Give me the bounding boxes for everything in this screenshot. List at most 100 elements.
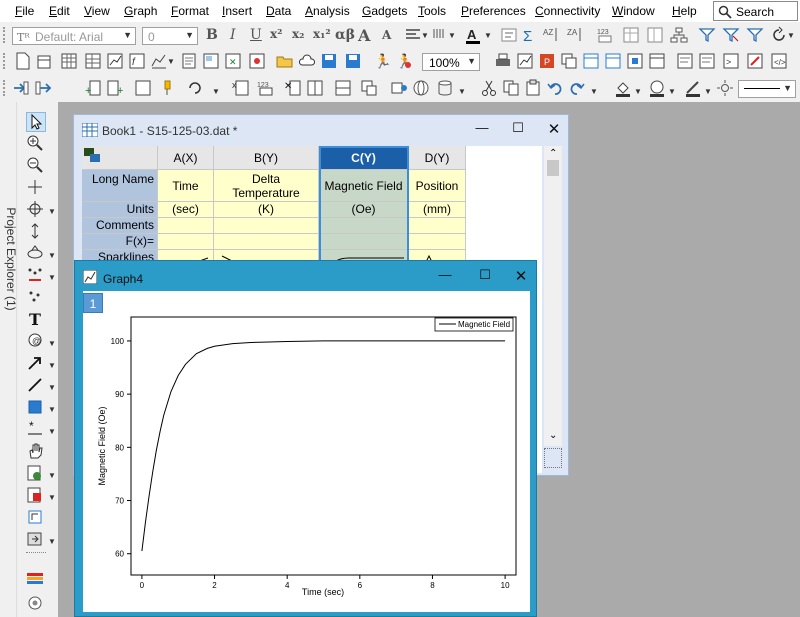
- hierarchy-icon[interactable]: [670, 26, 688, 44]
- chevron-down-icon[interactable]: ▼: [668, 87, 676, 96]
- movable-label-icon[interactable]: [26, 530, 46, 550]
- excel-icon[interactable]: ✕: [224, 52, 242, 70]
- close-button[interactable]: ✕: [544, 120, 564, 138]
- brightness-icon[interactable]: [716, 79, 734, 97]
- scrollbar-thumb[interactable]: [547, 160, 559, 176]
- chevron-down-icon[interactable]: ▼: [48, 251, 56, 260]
- menu-graph[interactable]: Graph: [124, 4, 157, 18]
- long-name-a[interactable]: Time: [158, 170, 214, 202]
- cloud-open-icon[interactable]: [298, 52, 316, 70]
- column-stats-icon[interactable]: x: [232, 79, 250, 97]
- region-of-interest-icon[interactable]: [26, 508, 46, 528]
- increase-font-button[interactable]: A: [358, 26, 370, 45]
- chevron-down-icon[interactable]: ▼: [458, 87, 466, 96]
- powerpoint-icon[interactable]: P: [538, 52, 556, 70]
- clear-filter-icon[interactable]: [722, 26, 740, 44]
- chevron-down-icon[interactable]: ▼: [484, 31, 492, 40]
- line-tool-icon[interactable]: [26, 376, 46, 396]
- maximize-button[interactable]: ☐: [508, 120, 528, 136]
- menu-help[interactable]: Help: [672, 4, 697, 18]
- undo-icon[interactable]: [546, 79, 564, 97]
- cut-icon[interactable]: [480, 79, 498, 97]
- graph-page[interactable]: 0 2 4 6 8 10 60 70 80 90 100 Magnetic Field Time …: [83, 291, 530, 612]
- text-tool-icon[interactable]: T: [26, 310, 46, 330]
- data-reader-icon[interactable]: [26, 200, 46, 220]
- pin-icon[interactable]: [158, 79, 176, 97]
- worksheet-icon[interactable]: [622, 26, 640, 44]
- row-label-units[interactable]: Units: [82, 202, 158, 218]
- import-icon[interactable]: [12, 79, 30, 97]
- column-header-d[interactable]: D(Y): [409, 146, 466, 170]
- x-axis-label[interactable]: Time (sec): [302, 587, 344, 597]
- copy-icon[interactable]: [502, 79, 520, 97]
- menu-data[interactable]: Data: [266, 4, 291, 18]
- set-values-icon[interactable]: 123: [596, 26, 614, 44]
- code-icon[interactable]: </>: [770, 52, 788, 70]
- row-label-fx[interactable]: F(x)=: [82, 234, 158, 250]
- new-workbook-icon[interactable]: [60, 52, 78, 70]
- toolbar-grip[interactable]: [3, 53, 6, 69]
- chevron-down-icon[interactable]: ▼: [48, 471, 56, 480]
- rectangle-tool-icon[interactable]: [26, 398, 46, 418]
- merge-icon[interactable]: [360, 79, 378, 97]
- units-c[interactable]: (Oe): [319, 202, 409, 218]
- font-size-combo[interactable]: 0 ▼: [142, 27, 198, 45]
- units-a[interactable]: (sec): [158, 202, 214, 218]
- chevron-down-icon[interactable]: ▼: [421, 31, 429, 40]
- draw-data-icon[interactable]: [26, 486, 46, 506]
- comments-c[interactable]: [319, 218, 409, 234]
- underline-button[interactable]: U: [250, 27, 262, 43]
- database-icon[interactable]: [436, 79, 454, 97]
- batch-icon[interactable]: 🏃: [372, 52, 390, 70]
- rotate-icon[interactable]: [26, 244, 46, 264]
- text-box-icon[interactable]: [500, 26, 518, 44]
- line-color-icon[interactable]: [684, 79, 702, 97]
- new-project-icon[interactable]: [14, 52, 32, 70]
- new-folder-icon[interactable]: [36, 52, 54, 70]
- new-matrix-icon[interactable]: [84, 52, 102, 70]
- new-plot-icon[interactable]: [150, 52, 168, 70]
- font-combo[interactable]: Tᴿ Default: Arial ▼: [12, 27, 136, 45]
- menu-format[interactable]: Format: [171, 4, 209, 18]
- menu-window[interactable]: Window: [612, 4, 655, 18]
- comments-a[interactable]: [158, 218, 214, 234]
- line-style-combo[interactable]: ▼: [738, 80, 796, 98]
- code-builder-icon[interactable]: [248, 52, 266, 70]
- long-name-c[interactable]: Magnetic Field: [319, 170, 409, 202]
- new-graph-icon[interactable]: [106, 52, 124, 70]
- resize-grip[interactable]: [544, 448, 562, 468]
- chevron-down-icon[interactable]: ▼: [48, 405, 56, 414]
- menu-analysis[interactable]: Analysis: [305, 4, 350, 18]
- chevron-down-icon[interactable]: ▼: [48, 427, 56, 436]
- toolbar-grip[interactable]: [3, 80, 6, 96]
- menu-tools[interactable]: Tools: [418, 4, 446, 18]
- chevron-down-icon[interactable]: ▼: [448, 31, 456, 40]
- data-selector-icon[interactable]: [26, 266, 46, 286]
- chevron-down-icon[interactable]: ▼: [48, 273, 56, 282]
- arrow-tool-icon[interactable]: [26, 354, 46, 374]
- layer-icon[interactable]: [626, 52, 644, 70]
- comments-d[interactable]: [409, 218, 466, 234]
- menu-preferences[interactable]: Preferences: [461, 4, 526, 18]
- legend[interactable]: Magnetic Field: [434, 317, 514, 332]
- zoom-combo[interactable]: 100% ▼: [422, 53, 480, 71]
- chevron-down-icon[interactable]: ▼: [590, 87, 598, 96]
- align-icon[interactable]: [404, 26, 422, 44]
- chevron-down-icon[interactable]: ▼: [48, 493, 56, 502]
- pattern-icon[interactable]: [431, 26, 449, 44]
- add-column-icon[interactable]: [646, 26, 664, 44]
- refresh-icon[interactable]: [604, 52, 622, 70]
- graph-window[interactable]: Graph4 — ☐ ✕ 0 2 4 6 8 10 60 70 80 90 100 Magneti…: [74, 260, 537, 617]
- messages-icon[interactable]: [676, 52, 694, 70]
- chevron-down-icon[interactable]: ▼: [704, 87, 712, 96]
- chevron-down-icon[interactable]: ▼: [48, 361, 56, 370]
- chevron-down-icon[interactable]: ▼: [634, 87, 642, 96]
- supsub-button[interactable]: x₁²: [313, 27, 331, 41]
- split-icon[interactable]: [306, 79, 324, 97]
- maximize-button[interactable]: ☐: [475, 267, 495, 283]
- plot-area[interactable]: 0 2 4 6 8 10 60 70 80 90 100 Magnetic Field Time …: [83, 291, 530, 612]
- notes-icon[interactable]: [180, 52, 198, 70]
- menu-edit[interactable]: Edit: [49, 4, 70, 18]
- subscript-button[interactable]: x₂: [292, 27, 304, 41]
- menu-view[interactable]: View: [84, 4, 110, 18]
